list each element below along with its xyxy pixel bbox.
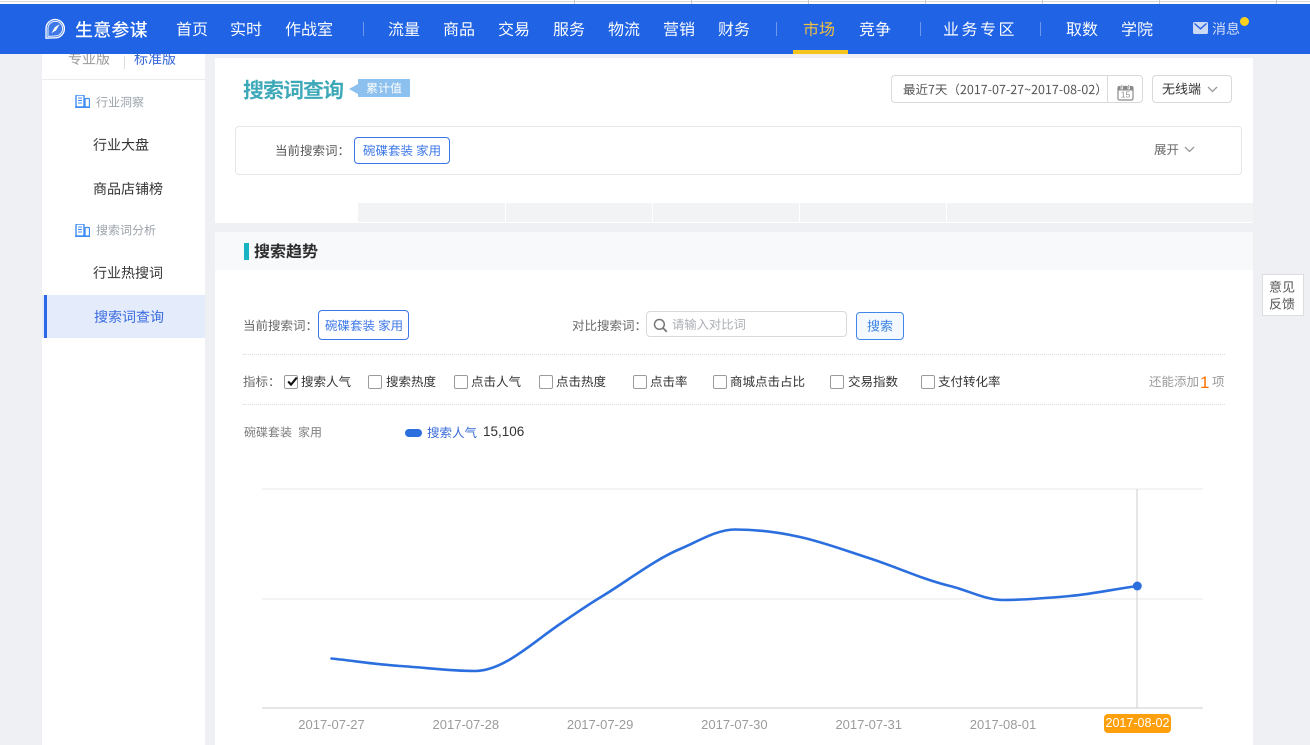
- svg-text:15: 15: [1121, 90, 1131, 100]
